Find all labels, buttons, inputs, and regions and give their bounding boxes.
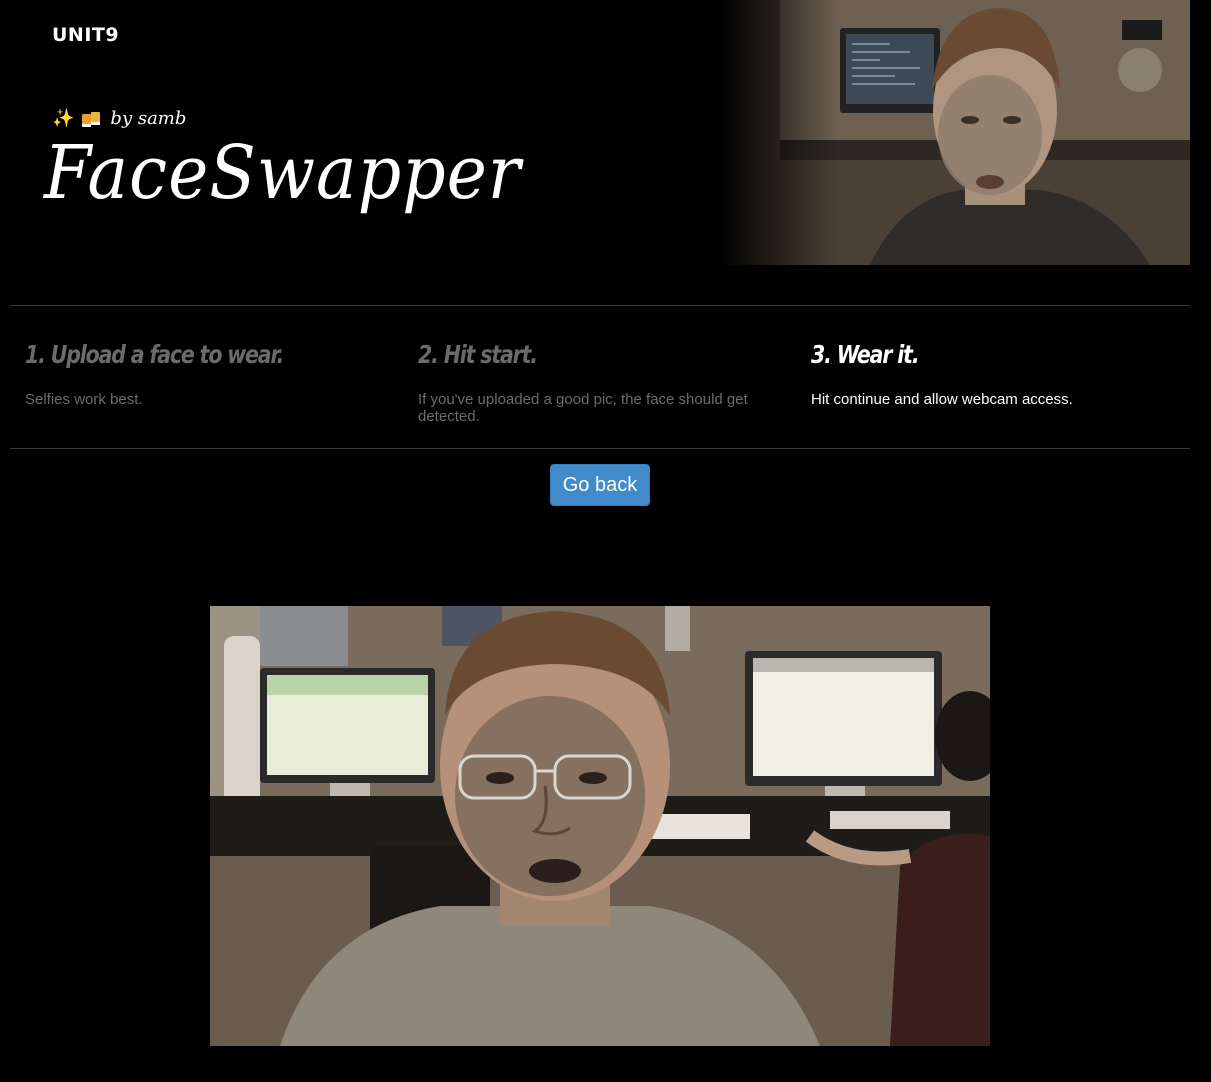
step-2: 2. Hit start. If you've uploaded a good …	[418, 340, 778, 425]
step-3-description: Hit continue and allow webcam access.	[811, 391, 1073, 408]
step-1-description: Selfies work best.	[25, 391, 143, 408]
hero-demo-photo	[720, 0, 1190, 265]
step-2-description: If you've uploaded a good pic, the face …	[418, 391, 748, 425]
step-3: 3. Wear it. Hit continue and allow webca…	[811, 340, 1171, 408]
step-2-title: 2. Hit start.	[418, 340, 538, 369]
page: UNIT9 ✨ by samb FaceSwapper 1. Upload a …	[0, 0, 1211, 1082]
byline: ✨ by samb	[52, 108, 186, 129]
byline-author: by samb	[110, 108, 187, 129]
webcam-video-feed	[210, 606, 990, 1046]
page-title: FaceSwapper	[44, 130, 522, 216]
sparkles-icon: ✨	[52, 107, 75, 129]
beer-mugs-icon	[82, 110, 102, 128]
top-divider	[10, 305, 1190, 306]
step-3-title: 3. Wear it.	[811, 340, 920, 369]
go-back-button[interactable]: Go back	[550, 464, 650, 506]
step-1: 1. Upload a face to wear. Selfies work b…	[25, 340, 385, 408]
unit9-logo[interactable]: UNIT9	[52, 24, 119, 46]
bottom-divider	[10, 448, 1190, 449]
step-1-title: 1. Upload a face to wear.	[25, 340, 284, 369]
